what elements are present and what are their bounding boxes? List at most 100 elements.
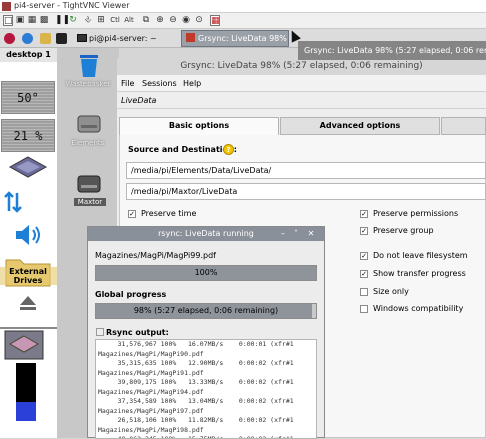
file-progress-bar: 100% <box>95 265 317 281</box>
preserve-group-checkbox[interactable] <box>360 227 368 235</box>
alt-key-button[interactable]: Alt <box>123 15 135 26</box>
menu-sessions[interactable]: Sessions <box>142 75 177 92</box>
log-line: Magazines/MagPi/MagPi90.pdf <box>98 349 204 358</box>
terminal-launcher-icon[interactable] <box>56 33 67 44</box>
source-destination-label: Source and Destination: <box>128 145 237 154</box>
open-icon[interactable]: □ <box>3 15 13 26</box>
memory-bar-fill <box>16 401 36 421</box>
windows-compat-checkbox[interactable] <box>360 305 368 313</box>
preserve-time-label: Preserve time <box>141 209 197 218</box>
rsync-output-label[interactable]: Rsync output: <box>106 328 169 337</box>
ctrl-esc-icon[interactable]: ⊞ <box>96 15 106 26</box>
destination-path-field[interactable]: /media/pi/Maxtor/LiveData <box>126 183 486 200</box>
log-line: Magazines/MagPi/MagPi91.pdf <box>98 368 204 377</box>
minimize-icon[interactable]: – <box>278 227 288 241</box>
elements-drive-icon[interactable] <box>77 114 101 134</box>
cpu-readout: 21 % <box>1 119 55 152</box>
help-icon[interactable]: ? <box>223 144 234 155</box>
current-file: Magazines/MagPi/MagPi99.pdf <box>95 251 216 260</box>
temperature-readout: 50° <box>1 81 55 114</box>
viewer-title-bar: pi4-server - TightVNC Viewer <box>0 0 486 13</box>
zoom-fit-icon[interactable]: ⊙ <box>194 15 204 26</box>
log-line: 40,062,345 100% 15.75MB/s 0:00:02 (xfr#1 <box>98 435 294 439</box>
transfer-arrows-icon <box>4 191 22 213</box>
tab-basic-options[interactable]: Basic options <box>119 117 279 135</box>
global-progress-bar: 98% (5:27 elapsed, 0:06 remaining) <box>95 303 317 319</box>
refresh-icon[interactable]: ↻ <box>68 15 78 26</box>
browser-icon[interactable] <box>22 33 33 44</box>
show-progress-checkbox[interactable] <box>360 270 368 278</box>
file-progress-text: 100% <box>194 268 218 277</box>
session-selector[interactable]: LiveData <box>117 92 486 109</box>
log-line: Magazines/MagPi/MagPi97.pdf <box>98 406 204 415</box>
no-leave-filesystem-label: Do not leave filesystem <box>373 251 468 260</box>
tab-extra[interactable] <box>441 117 486 135</box>
rsync-progress-dialog: rsync: LiveData running – ˄ ✕ Magazines/… <box>87 226 325 439</box>
global-progress-text: 98% (5:27 elapsed, 0:06 remaining) <box>133 306 279 315</box>
terminal-icon <box>77 34 87 42</box>
dialog-title: rsync: LiveData running <box>158 229 254 238</box>
elements-drive-label[interactable]: Elements <box>57 139 119 147</box>
grsync-title-bar: Grsync: LiveData 98% (5:27 elapsed, 0:06… <box>117 58 486 75</box>
viewer-title: pi4-server - TightVNC Viewer <box>14 1 130 10</box>
pause-icon[interactable]: ❚❚ <box>55 15 70 26</box>
close-icon[interactable]: ✕ <box>306 227 316 241</box>
zoom-in-icon[interactable]: ⊕ <box>155 15 165 26</box>
taskbar-item-label: Grsync: LiveData 98% <box>198 34 287 43</box>
wastebasket-icon[interactable] <box>77 52 101 78</box>
maxtor-drive-icon[interactable] <box>77 174 101 194</box>
log-line: 31,576,967 100% 16.07MB/s 0:00:01 (xfr#1 <box>98 340 294 348</box>
global-progress-label: Global progress <box>95 290 167 299</box>
new-connection-icon[interactable]: ▦ <box>27 15 37 26</box>
network-icon <box>4 330 44 360</box>
menu-help[interactable]: Help <box>183 75 201 92</box>
ctrl-key-button[interactable]: Ctl <box>109 15 121 26</box>
log-line: 35,315,635 100% 12.90MB/s 0:00:02 (xfr#1 <box>98 359 294 367</box>
ctrl-alt-del-icon[interactable]: ⎀ <box>83 15 93 26</box>
file-manager-icon[interactable] <box>40 33 51 44</box>
zoom-out-icon[interactable]: ⊖ <box>168 15 178 26</box>
external-drives-label[interactable]: External Drives <box>0 267 58 285</box>
log-line: 26,518,106 100% 11.82MB/s 0:00:02 (xfr#1 <box>98 416 294 424</box>
desktop-label: desktop 1 <box>0 48 57 62</box>
log-line: 39,809,175 100% 13.33MB/s 0:00:02 (xfr#1 <box>98 378 294 386</box>
rsync-output-expander[interactable] <box>96 328 104 336</box>
fullscreen-icon[interactable]: ▦ <box>210 15 220 26</box>
rsync-output-log: 31,576,967 100% 16.07MB/s 0:00:01 (xfr#1… <box>95 339 317 439</box>
viewer-toolbar: □ ▣ ▦ ▩ ❚❚ ↻ ⎀ ⊞ Ctl Alt ⧉ ⊕ ⊖ ◉ ⊙ ▦ <box>0 13 486 29</box>
conky-sidebar: desktop 1 50° 21 % External Drives <box>0 48 58 438</box>
windows-compat-label: Windows compatibility <box>373 304 464 313</box>
maximize-icon[interactable]: ˄ <box>291 227 301 241</box>
grsync-menubar: File Sessions Help <box>117 75 486 92</box>
log-line: Magazines/MagPi/MagPi98.pdf <box>98 425 204 434</box>
preserve-time-checkbox[interactable] <box>128 210 136 218</box>
taskbar-item-terminal[interactable]: pi@pi4-server: ~ <box>75 31 178 46</box>
grsync-icon <box>186 33 195 42</box>
no-leave-filesystem-checkbox[interactable] <box>360 252 368 260</box>
maxtor-drive-label[interactable]: Maxtor <box>74 198 106 206</box>
menu-file[interactable]: File <box>121 75 134 92</box>
log-line: 37,354,589 100% 13.04MB/s 0:00:02 (xfr#1 <box>98 397 294 405</box>
save-icon[interactable]: ▣ <box>15 15 25 26</box>
eject-icon[interactable] <box>18 294 38 312</box>
taskbar-item-label: pi@pi4-server: ~ <box>89 34 157 43</box>
taskbar-tooltip: Grsync: LiveData 98% (5:27 elapsed, 0:06… <box>298 41 486 60</box>
zoom-100-icon[interactable]: ◉ <box>181 15 191 26</box>
speaker-icon <box>16 225 40 245</box>
size-only-checkbox[interactable] <box>360 288 368 296</box>
taskbar-item-grsync[interactable]: Grsync: LiveData 98% <box>181 30 289 47</box>
options-icon[interactable]: ▩ <box>39 15 49 26</box>
copy-icon[interactable]: ⧉ <box>141 15 151 26</box>
show-progress-label: Show transfer progress <box>373 269 466 278</box>
divider <box>0 327 57 329</box>
source-path-field[interactable]: /media/pi/Elements/Data/LiveData/ <box>126 162 486 179</box>
tightvnc-app-icon <box>2 2 11 11</box>
tab-advanced-options[interactable]: Advanced options <box>280 117 440 135</box>
memory-bar <box>16 363 36 421</box>
preserve-permissions-label: Preserve permissions <box>373 209 459 218</box>
preserve-permissions-checkbox[interactable] <box>360 210 368 218</box>
dialog-title-bar: rsync: LiveData running – ˄ ✕ <box>88 227 324 241</box>
wastebasket-label[interactable]: Wastebasket <box>57 80 119 88</box>
raspberry-menu-icon[interactable] <box>4 33 15 44</box>
chip-icon <box>8 156 48 178</box>
